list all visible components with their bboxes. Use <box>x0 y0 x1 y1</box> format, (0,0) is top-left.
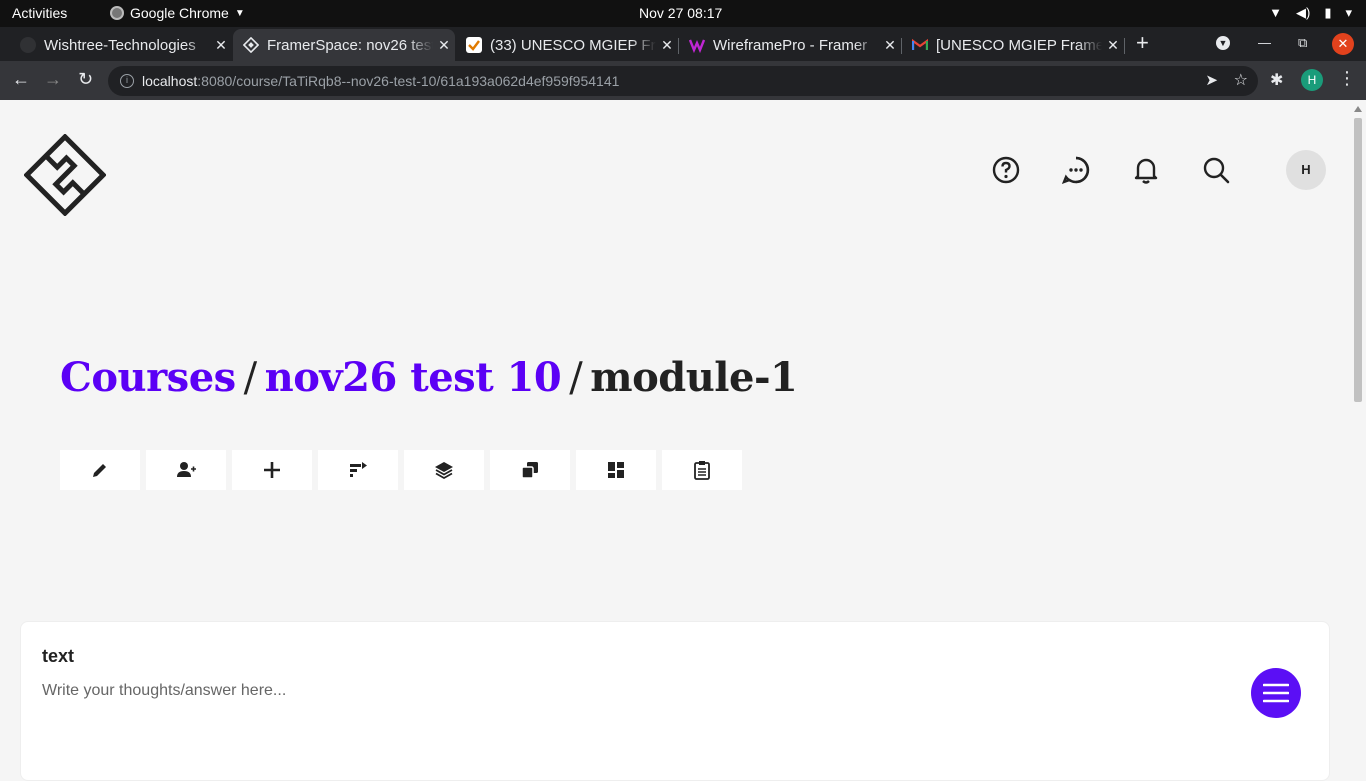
app-menu[interactable]: Google Chrome ▼ <box>110 5 245 21</box>
os-top-bar: Activities Google Chrome ▼ Nov 27 08:17 … <box>0 0 1366 27</box>
page-title: module-1 <box>590 354 798 401</box>
answer-input[interactable] <box>42 682 1142 700</box>
chat-bubble-icon[interactable] <box>1060 154 1092 186</box>
caret-down-icon: ▼ <box>234 7 245 19</box>
chevron-down-icon: ▾ <box>1345 5 1352 20</box>
tab-title: Wishtree-Technologies <box>44 36 196 54</box>
menu-fab-button[interactable] <box>1251 668 1301 718</box>
tab-unesco-1[interactable]: (33) UNESCO MGIEP Fra ✕ <box>456 29 678 61</box>
clipboard-icon <box>694 461 710 480</box>
clipboard-button[interactable] <box>662 450 742 490</box>
system-tray[interactable]: ▼ ◀) ▮ ▾ <box>1269 5 1352 21</box>
new-tab-plus-icon[interactable]: + <box>1136 32 1149 54</box>
minimize-icon[interactable]: — <box>1258 35 1271 50</box>
reorder-button[interactable] <box>318 450 398 490</box>
chrome-icon <box>110 6 124 20</box>
browser-menu-icon[interactable]: ⋮ <box>1338 68 1356 89</box>
user-avatar[interactable]: H <box>1286 150 1326 190</box>
copy-icon <box>521 462 538 479</box>
url-path: :8080/course/TaTiRqb8--nov26-test-10/61a… <box>197 73 620 89</box>
back-arrow-icon[interactable]: ← <box>12 69 30 89</box>
dashboard-icon <box>608 462 624 478</box>
reload-icon[interactable]: ↻ <box>78 69 93 89</box>
breadcrumb-course-link[interactable]: nov26 test 10 <box>265 354 562 401</box>
bookmark-star-icon[interactable]: ☆ <box>1234 70 1248 90</box>
scrollbar[interactable] <box>1354 106 1362 766</box>
add-user-icon <box>177 462 196 477</box>
edit-button[interactable] <box>60 450 140 490</box>
volume-icon: ◀) <box>1295 5 1311 20</box>
add-user-button[interactable] <box>146 450 226 490</box>
tab-divider <box>901 38 902 54</box>
pencil-icon <box>93 464 106 477</box>
close-icon[interactable]: ✕ <box>433 37 455 54</box>
tab-title: [UNESCO MGIEP Frame <box>936 36 1102 54</box>
hamburger-menu-icon <box>1263 683 1289 703</box>
tab-title: FramerSpace: nov26 test 10 <box>267 36 433 54</box>
site-info-icon[interactable]: i <box>120 74 134 88</box>
tab-search-chevron-icon[interactable]: ▼ <box>1216 36 1230 50</box>
tab-strip: Wishtree-Technologies ✕ FramerSpace: nov… <box>0 27 1366 61</box>
tab-divider <box>678 38 679 54</box>
window-close-icon[interactable]: ✕ <box>1332 33 1354 55</box>
send-tab-icon[interactable]: ➤ <box>1205 71 1218 89</box>
framerspace-favicon-icon <box>242 36 260 54</box>
tab-unesco-gmail[interactable]: [UNESCO MGIEP Frame ✕ <box>902 29 1124 61</box>
battery-icon: ▮ <box>1324 5 1332 20</box>
app-name: Google Chrome <box>130 5 229 21</box>
plus-icon <box>264 462 280 478</box>
extensions-puzzle-icon[interactable]: ✱ <box>1270 70 1283 90</box>
scrollbar-thumb[interactable] <box>1354 118 1362 402</box>
tab-title: (33) UNESCO MGIEP Fra <box>490 36 656 54</box>
block-label: text <box>42 646 75 666</box>
close-icon[interactable]: ✕ <box>656 37 678 54</box>
duplicate-button[interactable] <box>490 450 570 490</box>
breadcrumb-separator: / <box>569 355 583 401</box>
activities-button[interactable]: Activities <box>12 5 67 21</box>
close-icon[interactable]: ✕ <box>1102 37 1124 54</box>
layout-button[interactable] <box>576 450 656 490</box>
breadcrumb-courses-link[interactable]: Courses <box>60 354 236 401</box>
add-button[interactable] <box>232 450 312 490</box>
sort-icon <box>350 462 367 477</box>
restore-icon[interactable]: ⧉ <box>1298 35 1307 51</box>
browser-toolbar: ← → ↻ i localhost :8080/course/TaTiRqb8-… <box>0 61 1366 100</box>
search-icon[interactable] <box>1200 154 1232 186</box>
module-toolbar <box>60 450 742 490</box>
layers-icon <box>435 462 453 480</box>
breadcrumb: Courses / nov26 test 10 / module-1 <box>60 354 798 401</box>
wireframepro-favicon-icon <box>688 37 706 54</box>
notification-bell-icon[interactable] <box>1130 154 1162 186</box>
page: H Courses / nov26 test 10 / module-1 tex… <box>0 100 1366 781</box>
checkmark-favicon-icon <box>466 37 482 53</box>
tab-framerspace[interactable]: FramerSpace: nov26 test 10 ✕ <box>233 29 455 61</box>
breadcrumb-separator: / <box>243 355 257 401</box>
close-icon[interactable]: ✕ <box>879 37 901 54</box>
tab-divider <box>1124 38 1125 54</box>
tab-wireframepro[interactable]: WireframePro - Framer ✕ <box>679 29 901 61</box>
browser-profile-avatar[interactable]: H <box>1301 69 1323 91</box>
tab-favicon-icon <box>20 37 36 53</box>
clock[interactable]: Nov 27 08:17 <box>639 5 722 21</box>
text-block-card: text <box>20 621 1330 781</box>
help-icon[interactable] <box>990 154 1022 186</box>
tab-wishtree[interactable]: Wishtree-Technologies ✕ <box>10 29 232 61</box>
url-host: localhost <box>142 73 198 89</box>
address-bar[interactable]: i localhost :8080/course/TaTiRqb8--nov26… <box>108 66 1258 96</box>
close-icon[interactable]: ✕ <box>210 37 232 54</box>
scroll-up-icon[interactable] <box>1354 106 1362 112</box>
layers-button[interactable] <box>404 450 484 490</box>
gmail-favicon-icon <box>911 37 929 53</box>
forward-arrow-icon[interactable]: → <box>44 69 62 89</box>
tab-title: WireframePro - Framer <box>713 36 868 54</box>
framerspace-logo[interactable] <box>23 133 107 217</box>
wifi-icon: ▼ <box>1269 5 1282 20</box>
